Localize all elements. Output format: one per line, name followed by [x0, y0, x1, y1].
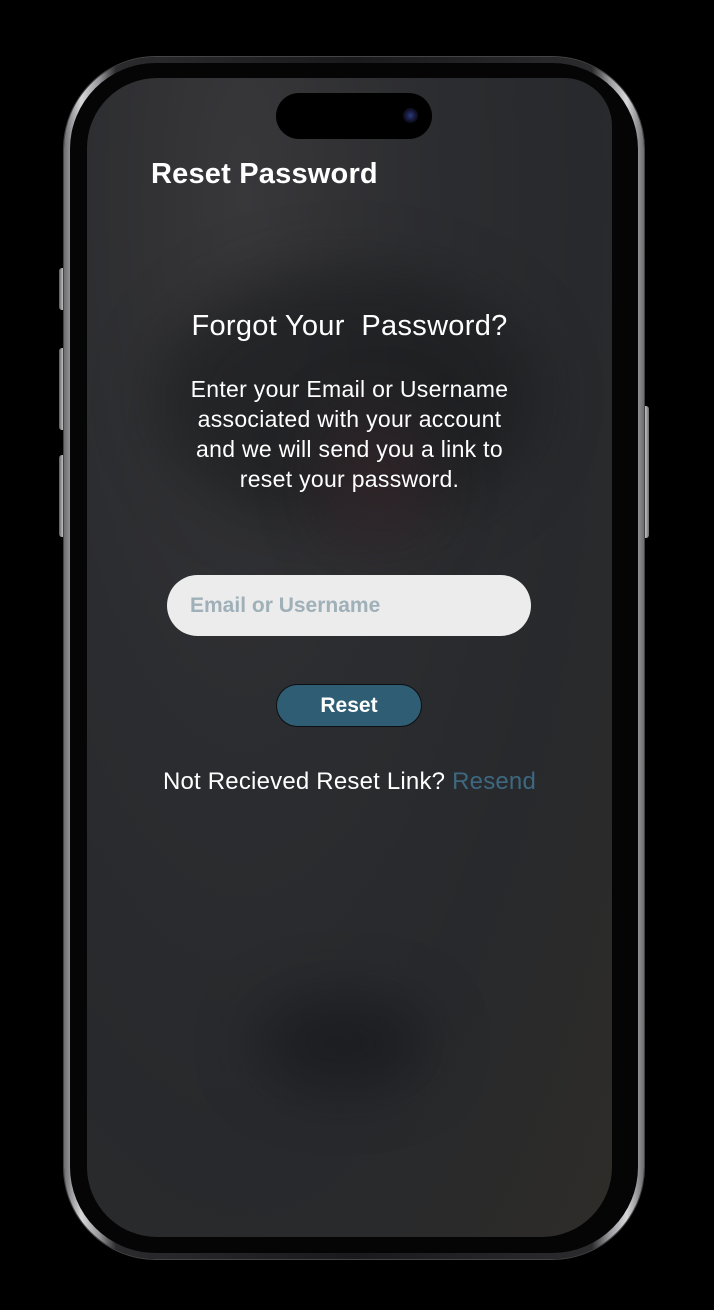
instructions-text: Enter your Email or Username associated …: [190, 376, 509, 492]
device-stage: Reset Password Forgot Your Password? Ent…: [0, 0, 714, 1310]
dynamic-island: [276, 93, 432, 139]
resend-prompt: Not Recieved Reset Link?: [162, 768, 446, 795]
page-title: Reset Password: [151, 158, 378, 190]
email-username-field: [167, 575, 531, 636]
forgot-password-heading: Forgot Your Password?: [191, 310, 508, 342]
camera-icon: [403, 108, 418, 123]
reset-button[interactable]: Reset: [276, 684, 422, 727]
resend-row: Not Recieved Reset Link? Resend: [87, 768, 612, 796]
background-blur: [257, 998, 427, 1088]
email-username-input[interactable]: [167, 575, 531, 636]
app-screen: Reset Password Forgot Your Password? Ent…: [87, 78, 612, 1237]
resend-link[interactable]: Resend: [452, 768, 536, 795]
